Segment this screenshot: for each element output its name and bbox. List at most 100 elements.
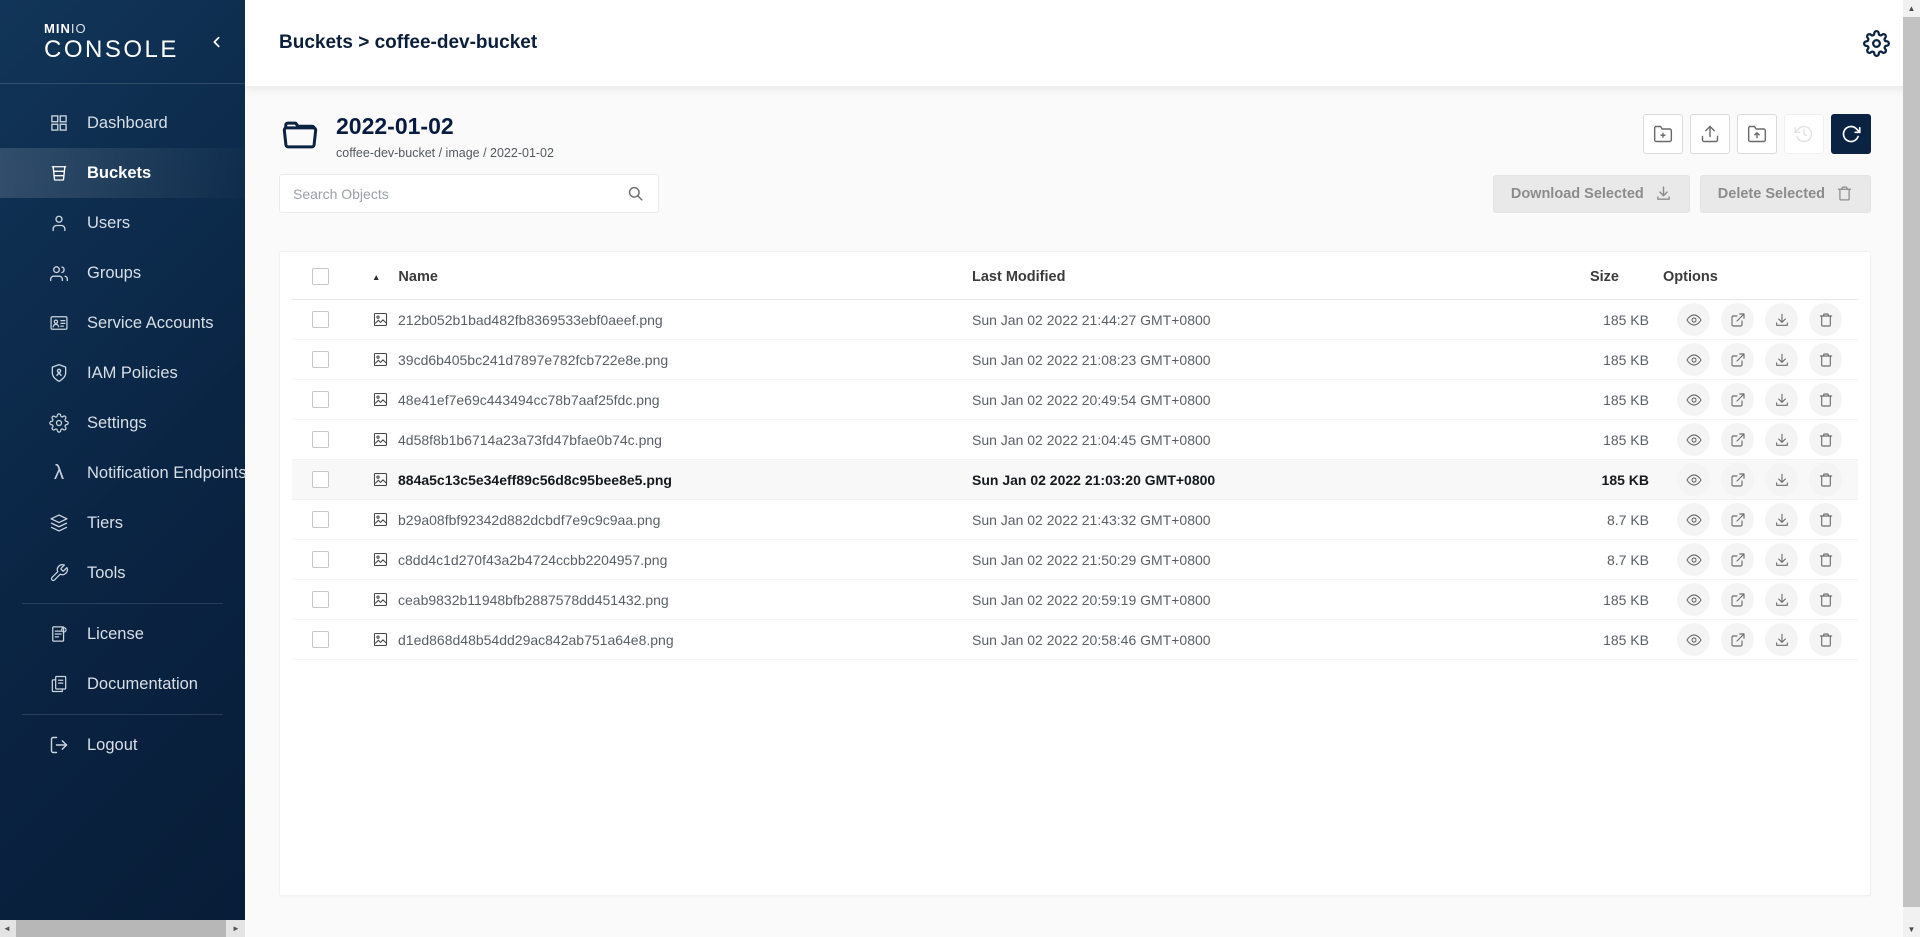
download-icon: [1774, 552, 1790, 568]
table-row[interactable]: b29a08fbf92342d882dcbdf7e9c9c9aa.png Sun…: [292, 500, 1858, 540]
scroll-up-arrow[interactable]: ▲: [1903, 0, 1920, 16]
new-folder-button[interactable]: [1643, 114, 1683, 154]
preview-button[interactable]: [1677, 463, 1710, 496]
object-name[interactable]: 4d58f8b1b6714a23a73fd47bfae0b74c.png: [398, 432, 662, 448]
row-checkbox[interactable]: [312, 351, 329, 368]
scroll-down-arrow[interactable]: ▼: [1903, 921, 1920, 937]
share-button[interactable]: [1721, 503, 1754, 536]
object-name[interactable]: 39cd6b405bc241d7897e782fcb722e8e.png: [398, 352, 668, 368]
sidebar-item-settings[interactable]: Settings: [0, 398, 245, 448]
delete-selected-button[interactable]: Delete Selected: [1700, 175, 1871, 213]
table-row[interactable]: 48e41ef7e69c443494cc78b7aaf25fdc.png Sun…: [292, 380, 1858, 420]
preview-button[interactable]: [1677, 303, 1710, 336]
download-button[interactable]: [1765, 463, 1798, 496]
sidebar-item-service-accounts[interactable]: Service Accounts: [0, 298, 245, 348]
object-name[interactable]: 884a5c13c5e34eff89c56d8c95bee8e5.png: [398, 472, 672, 488]
share-button[interactable]: [1721, 463, 1754, 496]
table-row[interactable]: 884a5c13c5e34eff89c56d8c95bee8e5.png Sun…: [292, 460, 1858, 500]
object-name[interactable]: d1ed868d48b54dd29ac842ab751a64e8.png: [398, 632, 674, 648]
share-button[interactable]: [1721, 623, 1754, 656]
rewind-button[interactable]: [1784, 114, 1824, 154]
table-row[interactable]: ceab9832b11948bfb2887578dd451432.png Sun…: [292, 580, 1858, 620]
download-button[interactable]: [1765, 583, 1798, 616]
share-button[interactable]: [1721, 383, 1754, 416]
sidebar-item-users[interactable]: Users: [0, 198, 245, 248]
scroll-right-arrow[interactable]: ►: [229, 920, 243, 937]
share-button[interactable]: [1721, 583, 1754, 616]
preview-button[interactable]: [1677, 623, 1710, 656]
delete-button[interactable]: [1809, 383, 1842, 416]
row-checkbox[interactable]: [312, 431, 329, 448]
delete-button[interactable]: [1809, 303, 1842, 336]
delete-button[interactable]: [1809, 623, 1842, 656]
preview-button[interactable]: [1677, 423, 1710, 456]
object-name[interactable]: ceab9832b11948bfb2887578dd451432.png: [398, 592, 669, 608]
preview-button[interactable]: [1677, 343, 1710, 376]
last-modified-value: Sun Jan 02 2022 21:50:29 GMT+0800: [972, 552, 1518, 568]
sidebar-item-documentation[interactable]: Documentation: [0, 659, 245, 709]
preview-button[interactable]: [1677, 383, 1710, 416]
settings-gear-button[interactable]: [1863, 30, 1890, 57]
object-name[interactable]: 212b052b1bad482fb8369533ebf0aeef.png: [398, 312, 663, 328]
table-row[interactable]: 39cd6b405bc241d7897e782fcb722e8e.png Sun…: [292, 340, 1858, 380]
download-button[interactable]: [1765, 503, 1798, 536]
upload-folder-button[interactable]: [1737, 114, 1777, 154]
delete-button[interactable]: [1809, 583, 1842, 616]
row-checkbox[interactable]: [312, 591, 329, 608]
download-button[interactable]: [1765, 423, 1798, 456]
size-value: 8.7 KB: [1518, 552, 1663, 568]
sidebar-item-tiers[interactable]: Tiers: [0, 498, 245, 548]
table-row[interactable]: c8dd4c1d270f43a2b4724ccbb2204957.png Sun…: [292, 540, 1858, 580]
sidebar-item-license[interactable]: License: [0, 609, 245, 659]
download-button[interactable]: [1765, 383, 1798, 416]
table-row[interactable]: d1ed868d48b54dd29ac842ab751a64e8.png Sun…: [292, 620, 1858, 660]
delete-button[interactable]: [1809, 423, 1842, 456]
upload-file-button[interactable]: [1690, 114, 1730, 154]
table-row[interactable]: 4d58f8b1b6714a23a73fd47bfae0b74c.png Sun…: [292, 420, 1858, 460]
delete-button[interactable]: [1809, 543, 1842, 576]
download-button[interactable]: [1765, 303, 1798, 336]
row-checkbox[interactable]: [312, 511, 329, 528]
delete-button[interactable]: [1809, 343, 1842, 376]
select-all-checkbox[interactable]: [312, 268, 329, 285]
share-button[interactable]: [1721, 543, 1754, 576]
vertical-scrollbar-thumb[interactable]: [1903, 17, 1920, 907]
row-checkbox[interactable]: [312, 471, 329, 488]
share-button[interactable]: [1721, 303, 1754, 336]
row-checkbox[interactable]: [312, 391, 329, 408]
row-checkbox[interactable]: [312, 631, 329, 648]
breadcrumb[interactable]: Buckets > coffee-dev-bucket: [279, 32, 537, 54]
sidebar-item-notification-endpoints[interactable]: λ Notification Endpoints: [0, 448, 245, 498]
object-name[interactable]: b29a08fbf92342d882dcbdf7e9c9c9aa.png: [398, 512, 660, 528]
sidebar-item-logout[interactable]: Logout: [0, 720, 245, 770]
vertical-scrollbar[interactable]: ▲ ▼: [1903, 0, 1920, 937]
sidebar-item-tools[interactable]: Tools: [0, 548, 245, 598]
download-button[interactable]: [1765, 543, 1798, 576]
preview-button[interactable]: [1677, 543, 1710, 576]
download-button[interactable]: [1765, 343, 1798, 376]
download-button[interactable]: [1765, 623, 1798, 656]
preview-button[interactable]: [1677, 583, 1710, 616]
download-selected-button[interactable]: Download Selected: [1493, 175, 1690, 213]
table-row[interactable]: 212b052b1bad482fb8369533ebf0aeef.png Sun…: [292, 300, 1858, 340]
scroll-left-arrow[interactable]: ◄: [0, 920, 14, 937]
search-input[interactable]: [293, 186, 626, 202]
sidebar-item-iam-policies[interactable]: IAM Policies: [0, 348, 245, 398]
object-name[interactable]: 48e41ef7e69c443494cc78b7aaf25fdc.png: [398, 392, 660, 408]
horizontal-scrollbar[interactable]: ◄ ►: [0, 920, 245, 937]
sidebar-item-dashboard[interactable]: Dashboard: [0, 98, 245, 148]
sidebar-collapse-button[interactable]: [209, 34, 225, 50]
share-button[interactable]: [1721, 343, 1754, 376]
sidebar-item-buckets[interactable]: Buckets: [0, 148, 245, 198]
delete-button[interactable]: [1809, 503, 1842, 536]
delete-button[interactable]: [1809, 463, 1842, 496]
preview-button[interactable]: [1677, 503, 1710, 536]
object-name[interactable]: c8dd4c1d270f43a2b4724ccbb2204957.png: [398, 552, 667, 568]
refresh-button[interactable]: [1831, 114, 1871, 154]
horizontal-scrollbar-thumb[interactable]: [16, 920, 226, 937]
row-checkbox[interactable]: [312, 311, 329, 328]
name-header[interactable]: ▲ Name: [372, 269, 972, 285]
row-checkbox[interactable]: [312, 551, 329, 568]
sidebar-item-groups[interactable]: Groups: [0, 248, 245, 298]
share-button[interactable]: [1721, 423, 1754, 456]
